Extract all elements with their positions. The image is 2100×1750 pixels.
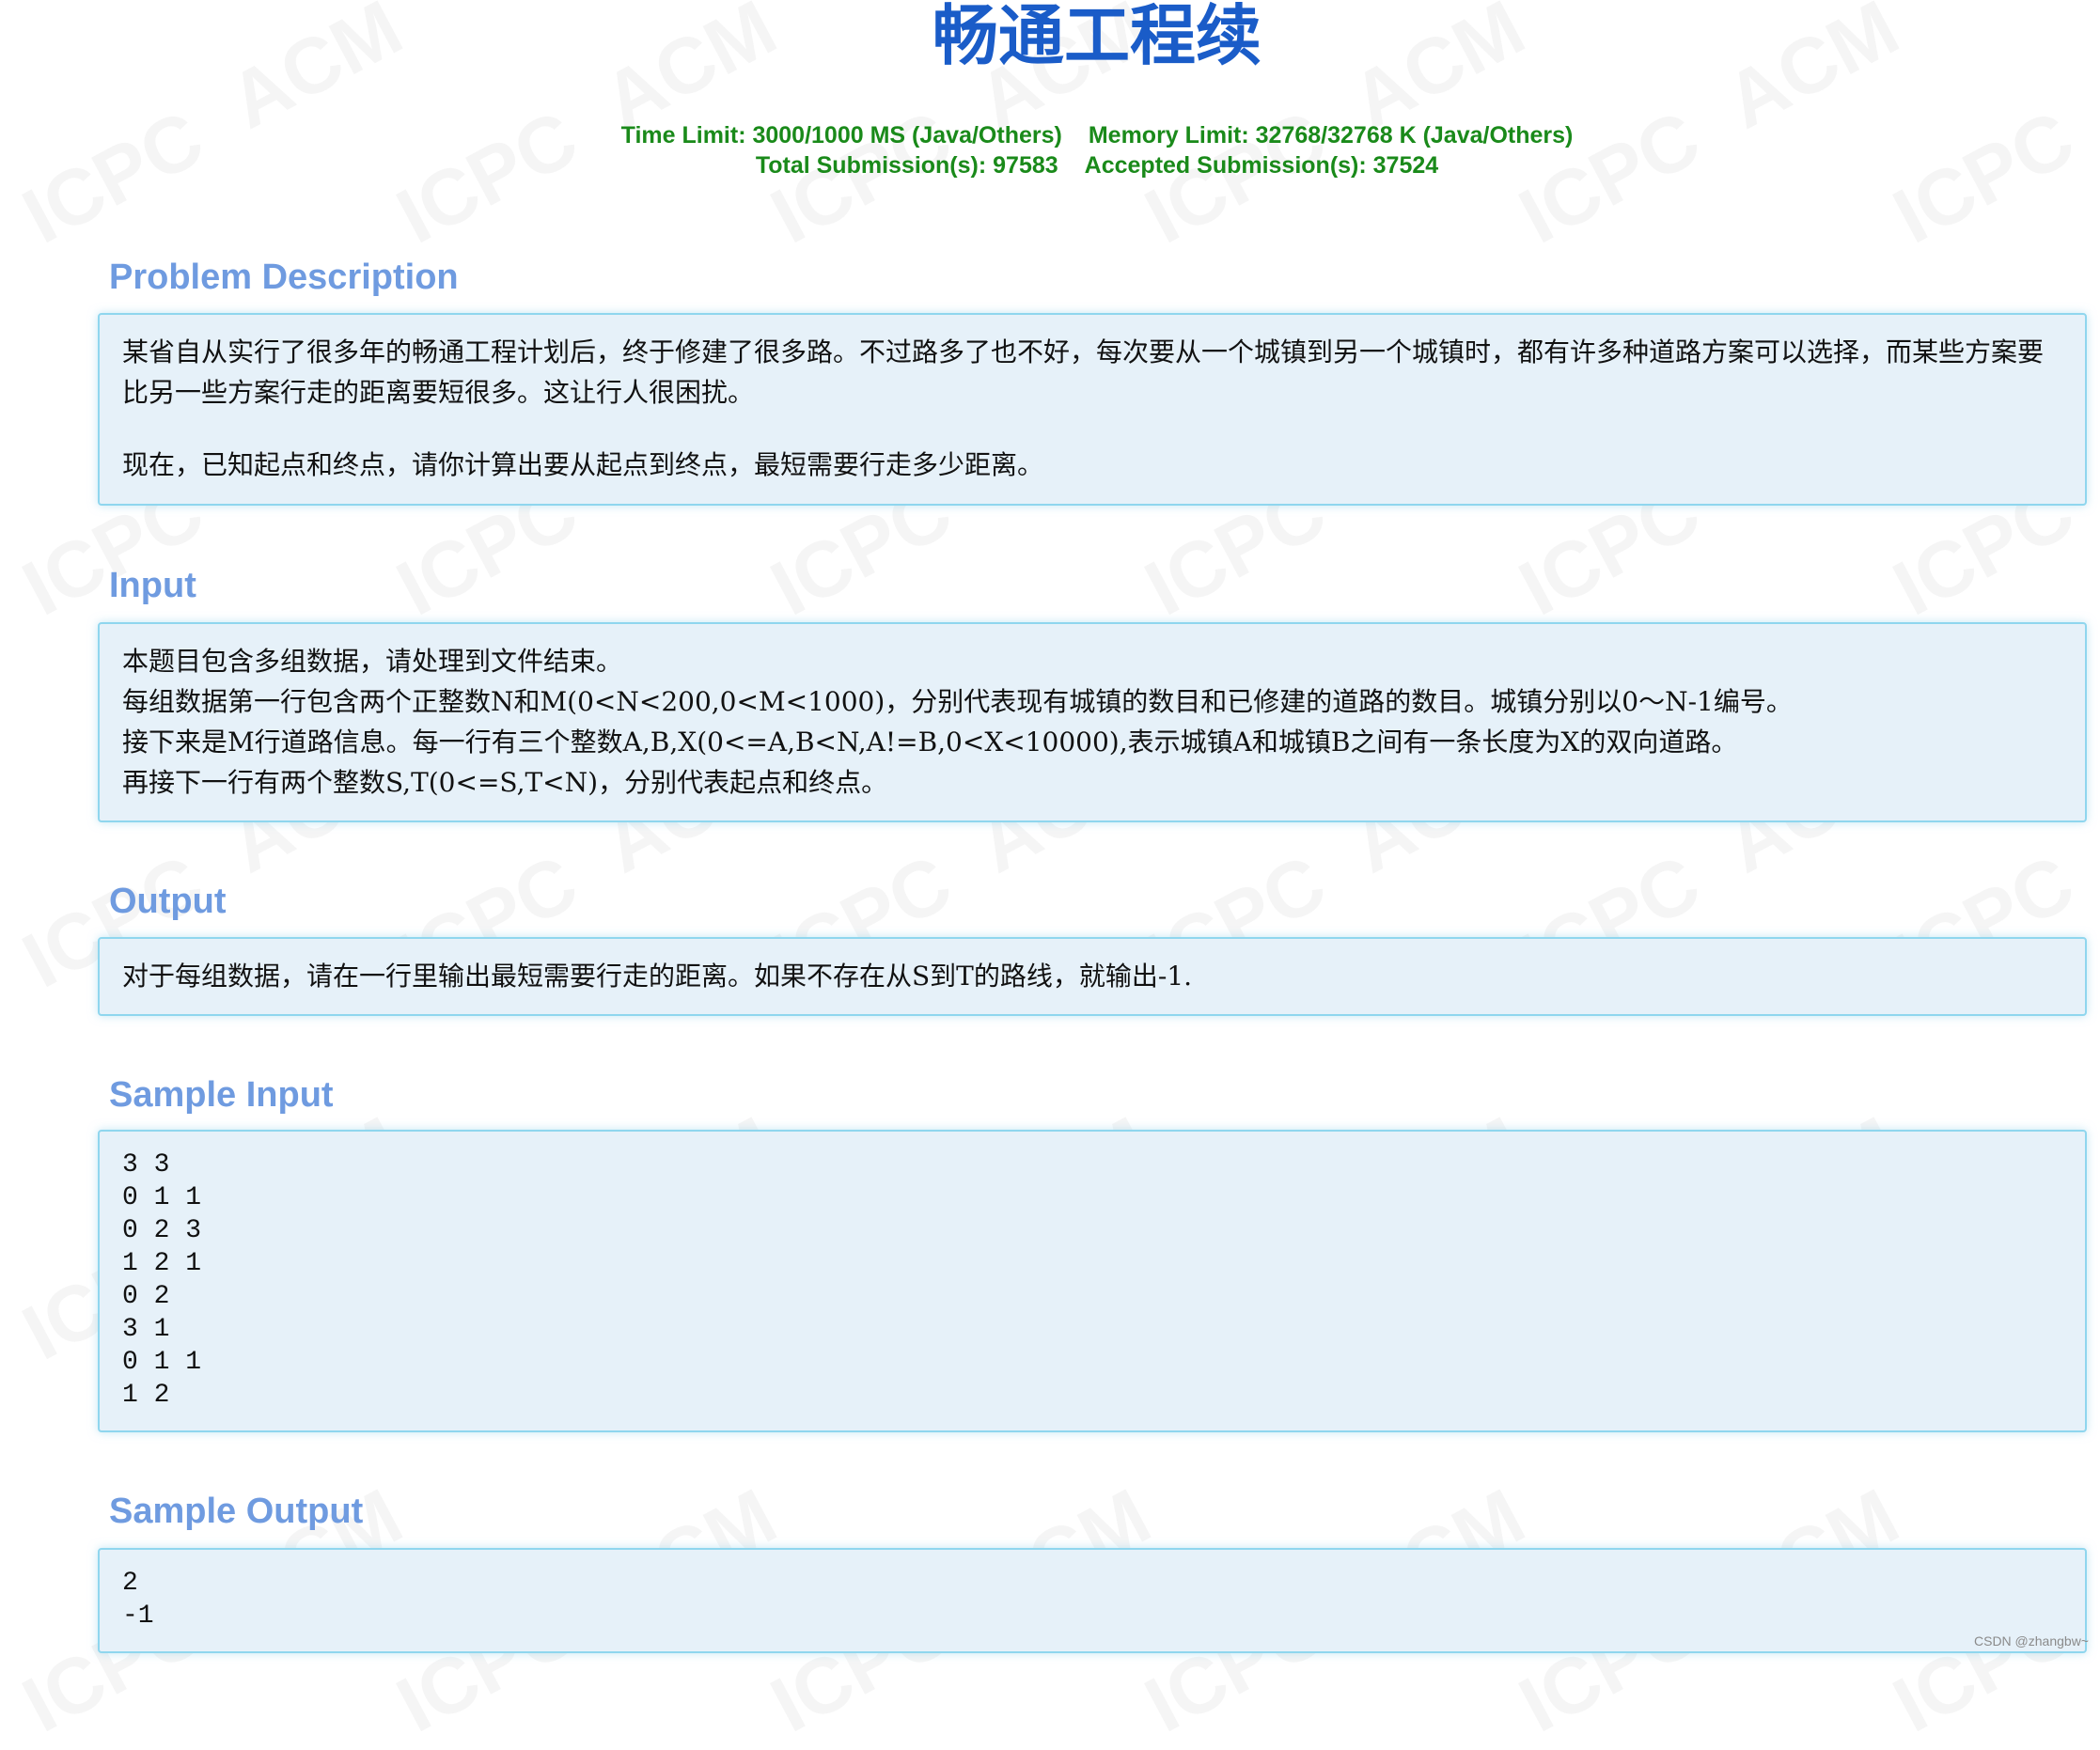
- section-heading-sample-input: Sample Input: [109, 1075, 334, 1115]
- memory-limit: Memory Limit: 32768/32768 K (Java/Others…: [1088, 122, 1574, 148]
- output-panel: 对于每组数据，请在一行里输出最短需要行走的距离。如果不存在从S到T的路线，就输出…: [98, 937, 2087, 1016]
- section-heading-description: Problem Description: [109, 258, 459, 297]
- time-limit: Time Limit: 3000/1000 MS (Java/Others): [620, 122, 1062, 148]
- total-submissions: Total Submission(s): 97583: [755, 152, 1058, 179]
- sample-input-panel: 3 3 0 1 1 0 2 3 1 2 1 0 2 3 1 0 1 1 1 2: [98, 1130, 2087, 1432]
- credit-label: CSDN @zhangbw~: [1974, 1633, 2089, 1648]
- section-heading-sample-output: Sample Output: [109, 1492, 364, 1531]
- input-line: 本题目包含多组数据，请处理到文件结束。: [122, 646, 623, 677]
- sample-output-code: 2 -1: [122, 1569, 154, 1631]
- input-line: 再接下一行有两个整数S,T(0<=S,T<N)，分别代表起点和终点。: [122, 767, 888, 798]
- input-panel: 本题目包含多组数据，请处理到文件结束。 每组数据第一行包含两个正整数N和M(0<…: [98, 622, 2087, 822]
- description-panel: 某省自从实行了很多年的畅通工程计划后，终于修建了很多路。不过路多了也不好，每次要…: [98, 313, 2087, 506]
- description-paragraph-1: 某省自从实行了很多年的畅通工程计划后，终于修建了很多路。不过路多了也不好，每次要…: [122, 336, 2045, 408]
- input-line: 接下来是M行道路信息。每一行有三个整数A,B,X(0<=A,B<N,A!=B,0…: [122, 727, 1738, 758]
- limits-row-2: Total Submission(s): 97583 Accepted Submi…: [0, 150, 2100, 180]
- section-heading-input: Input: [109, 566, 196, 605]
- problem-limits: Time Limit: 3000/1000 MS (Java/Others) Me…: [0, 120, 2100, 180]
- input-line: 每组数据第一行包含两个正整数N和M(0<N<200,0<M<1000)，分别代表…: [122, 686, 1793, 717]
- problem-page: 畅通工程续 Time Limit: 3000/1000 MS (Java/Oth…: [0, 0, 2100, 1662]
- accepted-submissions: Accepted Submission(s): 37524: [1084, 152, 1439, 179]
- problem-title: 畅通工程续: [932, 0, 1262, 74]
- description-paragraph-2: 现在，已知起点和终点，请你计算出要从起点到终点，最短需要行走多少距离。: [122, 449, 1044, 480]
- section-heading-output: Output: [109, 882, 227, 921]
- output-text: 对于每组数据，请在一行里输出最短需要行走的距离。如果不存在从S到T的路线，就输出…: [122, 961, 1193, 992]
- limits-row-1: Time Limit: 3000/1000 MS (Java/Others) Me…: [0, 120, 2100, 150]
- sample-output-panel: 2 -1: [98, 1548, 2087, 1653]
- sample-input-code: 3 3 0 1 1 0 2 3 1 2 1 0 2 3 1 0 1 1 1 2: [122, 1150, 202, 1410]
